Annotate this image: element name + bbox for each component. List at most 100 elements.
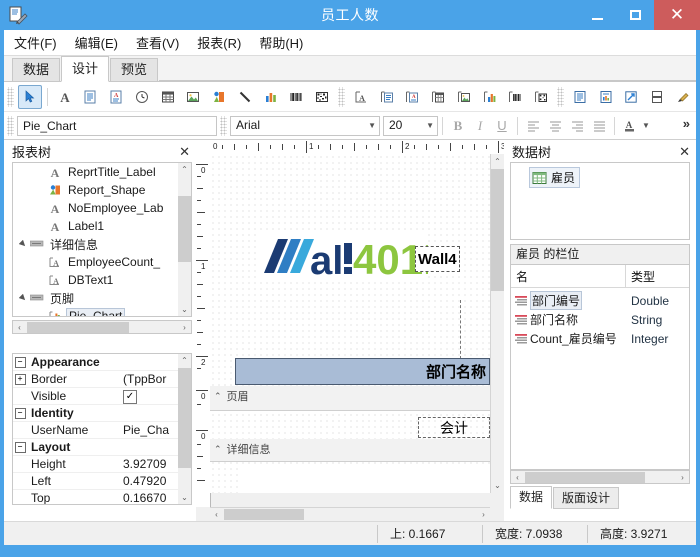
property-row-username[interactable]: UserName Pie_Cha xyxy=(13,422,178,439)
db-chart-icon[interactable] xyxy=(478,85,502,109)
align-center-icon[interactable] xyxy=(544,116,566,136)
report-export-icon[interactable] xyxy=(620,85,644,109)
menu-edit[interactable]: 编辑(E) xyxy=(75,33,118,52)
db-calc-icon[interactable] xyxy=(426,85,450,109)
fields-table[interactable]: 名 类型 部门编号 Double 部门名称 String Count_雇员编号 … xyxy=(510,264,690,470)
data-tree-node-employees[interactable]: 雇员 xyxy=(511,163,689,188)
column-header-name[interactable]: 名 xyxy=(511,265,626,287)
property-group-layout[interactable]: − Layout xyxy=(13,439,178,456)
scroll-thumb[interactable] xyxy=(27,321,129,333)
toolbar-grip-2[interactable] xyxy=(338,86,346,107)
minimize-button[interactable] xyxy=(578,0,616,30)
db-rich-text-icon[interactable]: A xyxy=(401,85,425,109)
tab-data-panel[interactable]: 数据 xyxy=(510,486,553,509)
property-group-appearance[interactable]: − Appearance xyxy=(13,354,178,371)
properties-grid[interactable]: − Appearance + Border (TppBor Visible ✓ xyxy=(12,353,192,505)
property-value[interactable]: 3.92709 xyxy=(123,457,178,471)
scroll-right-icon[interactable]: › xyxy=(676,471,689,484)
canvas-vscrollbar[interactable]: ⌃ ⌄ xyxy=(490,154,504,493)
property-value[interactable]: 0.47920 xyxy=(123,474,178,488)
select-pointer-icon[interactable] xyxy=(17,84,42,109)
tree-item-noemployee-label[interactable]: A NoEmployee_Lab xyxy=(13,199,180,217)
table-grid-icon[interactable] xyxy=(156,85,180,109)
font-size-select[interactable]: 20 ▼ xyxy=(383,115,438,136)
db-image-icon[interactable] xyxy=(452,85,476,109)
expander-icon[interactable] xyxy=(17,294,29,302)
line-icon[interactable] xyxy=(233,85,257,109)
format-toolbar-grip[interactable] xyxy=(7,115,14,136)
tree-group-detail[interactable]: 详细信息 xyxy=(13,235,180,253)
menu-file[interactable]: 文件(F) xyxy=(14,33,57,52)
collapse-icon[interactable]: − xyxy=(13,407,27,419)
image-icon[interactable] xyxy=(182,85,206,109)
table-row[interactable]: Count_雇员编号 Integer xyxy=(511,329,689,348)
clock-time-icon[interactable] xyxy=(130,85,154,109)
font-color-icon[interactable]: A xyxy=(619,116,641,136)
db-text-icon[interactable]: A xyxy=(349,85,373,109)
property-value[interactable]: (TppBor xyxy=(123,372,178,386)
tab-data[interactable]: 数据 xyxy=(12,58,61,81)
shape-chart-icon[interactable] xyxy=(207,85,231,109)
tree-item-reprttitle-label[interactable]: A ReprtTitle_Label xyxy=(13,163,180,181)
collapse-icon[interactable]: − xyxy=(13,441,27,453)
wall401k-logo[interactable]: al 401K xyxy=(258,233,428,279)
property-row-left[interactable]: Left 0.47920 xyxy=(13,473,178,490)
db-memo-icon[interactable] xyxy=(375,85,399,109)
scroll-thumb[interactable] xyxy=(178,368,191,468)
format-painter-icon[interactable] xyxy=(671,85,695,109)
scroll-left-icon[interactable]: ‹ xyxy=(13,321,26,334)
toolbar-grip-3[interactable] xyxy=(557,86,565,107)
tab-layout-panel[interactable]: 版面设计 xyxy=(553,487,620,509)
property-row-top[interactable]: Top 0.16670 xyxy=(13,490,178,504)
bold-button[interactable]: B xyxy=(447,116,469,136)
font-color-dropdown-icon[interactable]: ▼ xyxy=(642,121,650,130)
property-row-border[interactable]: + Border (TppBor xyxy=(13,371,178,388)
fields-hscrollbar[interactable]: ‹ › xyxy=(510,470,690,484)
object-name-input[interactable]: Pie_Chart xyxy=(17,115,217,136)
close-icon[interactable]: ✕ xyxy=(679,145,690,158)
font-family-select[interactable]: Arial ▼ xyxy=(230,115,380,136)
tree-item-report-shape[interactable]: Report_Shape xyxy=(13,181,180,199)
property-row-visible[interactable]: Visible ✓ xyxy=(13,388,178,405)
toolbar-grip[interactable] xyxy=(7,86,14,107)
bar-chart-icon[interactable] xyxy=(259,85,283,109)
report-page-icon[interactable] xyxy=(568,85,592,109)
report-title-label[interactable]: Wall4 xyxy=(415,246,460,272)
tree-item-employeecount[interactable]: A EmployeeCount_ xyxy=(13,253,180,271)
close-icon[interactable]: ✕ xyxy=(179,145,190,158)
scroll-right-icon[interactable]: › xyxy=(178,321,191,334)
menu-report[interactable]: 报表(R) xyxy=(197,33,241,52)
scroll-up-icon[interactable]: ⌃ xyxy=(491,155,504,168)
report-tree-vscrollbar[interactable]: ⌃ ⌄ xyxy=(178,163,191,316)
scroll-down-icon[interactable]: ⌄ xyxy=(178,491,191,504)
scroll-thumb[interactable] xyxy=(178,196,191,262)
expand-icon[interactable]: + xyxy=(13,373,27,385)
expander-icon[interactable] xyxy=(17,240,29,248)
db-barcode-icon[interactable] xyxy=(504,85,528,109)
property-value[interactable]: 0.16670 xyxy=(123,491,178,504)
scroll-thumb[interactable] xyxy=(491,169,504,291)
column-header-type[interactable]: 类型 xyxy=(626,268,689,285)
visible-checkbox[interactable]: ✓ xyxy=(123,390,137,404)
align-right-icon[interactable] xyxy=(566,116,588,136)
table-row[interactable]: 部门编号 Double xyxy=(511,291,689,310)
property-row-height[interactable]: Height 3.92709 xyxy=(13,456,178,473)
tab-preview[interactable]: 预览 xyxy=(110,58,159,81)
property-group-identity[interactable]: − Identity xyxy=(13,405,178,422)
band-detail[interactable]: ⌃ 详细信息 xyxy=(214,441,271,457)
scroll-right-icon[interactable]: › xyxy=(477,508,490,521)
scroll-down-icon[interactable]: ⌄ xyxy=(491,479,504,492)
close-button[interactable]: ✕ xyxy=(654,0,700,30)
align-justify-icon[interactable] xyxy=(588,116,610,136)
menu-view[interactable]: 查看(V) xyxy=(136,33,179,52)
report-canvas[interactable]: al 401K Wall4 部门名称 xyxy=(210,154,490,493)
label-text-icon[interactable]: A xyxy=(53,85,77,109)
underline-button[interactable]: U xyxy=(491,116,513,136)
property-value[interactable]: Pie_Cha xyxy=(123,423,178,437)
report-tree-box[interactable]: A ReprtTitle_Label Report_Shape A NoEmpl… xyxy=(12,162,192,317)
align-left-icon[interactable] xyxy=(522,116,544,136)
canvas-hscrollbar[interactable]: ‹ › xyxy=(210,507,490,521)
tree-item-pie-chart[interactable]: Pie_Chart xyxy=(13,307,180,316)
accounting-text-field[interactable]: 会计 xyxy=(418,417,490,438)
italic-button[interactable]: I xyxy=(469,116,491,136)
